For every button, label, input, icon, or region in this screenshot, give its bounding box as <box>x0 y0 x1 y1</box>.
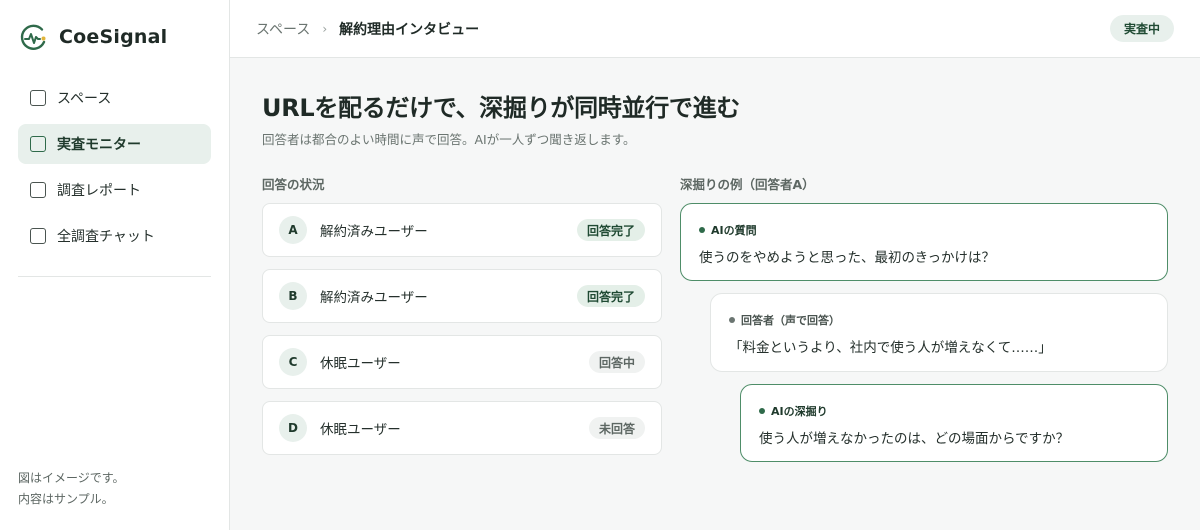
ai-followup-bubble: AIの深掘り 使う人が増えなかったのは、どの場面からですか？ <box>740 384 1168 462</box>
sidebar-item-label: 実査モニター <box>57 137 141 153</box>
list-item[interactable]: D 休眠ユーザー 未回答 <box>262 401 662 455</box>
bubble-tag: AIの質問 <box>699 222 757 238</box>
app-logo[interactable]: CoeSignal <box>18 22 167 52</box>
square-icon <box>30 90 46 106</box>
bubble-tag-label: AIの深掘り <box>771 405 828 418</box>
respondent-name: 休眠ユーザー <box>320 356 401 372</box>
page-subtitle: 回答者は都合のよい時間に声で回答。AIが一人ずつ聞き返します。 <box>262 132 636 147</box>
bubble-text: 使う人が増えなかったのは、どの場面からですか？ <box>759 431 1070 447</box>
list-item[interactable]: B 解約済みユーザー 回答完了 <box>262 269 662 323</box>
status-badge: 未回答 <box>588 417 645 439</box>
sidebar-item-live-monitor[interactable]: 実査モニター <box>18 124 211 164</box>
bubble-tag-label: 回答者（声で回答） <box>741 314 840 327</box>
list-item[interactable]: A 解約済みユーザー 回答完了 <box>262 203 662 257</box>
dot-icon <box>699 227 705 233</box>
respondent-avatar: D <box>279 414 307 442</box>
coesignal-logo-icon <box>20 24 46 50</box>
list-item[interactable]: C 休眠ユーザー 回答中 <box>262 335 662 389</box>
breadcrumb-root-link[interactable]: スペース <box>256 19 310 39</box>
bubble-tag: 回答者（声で回答） <box>729 312 840 328</box>
status-badge: 実査中 <box>1109 15 1174 42</box>
breadcrumb: スペース › 解約理由インタビュー <box>256 0 479 58</box>
status-badge: 回答完了 <box>576 219 645 241</box>
respondent-name: 休眠ユーザー <box>320 422 401 438</box>
sidebar-item-label: 全調査チャット <box>57 229 155 245</box>
sidebar-item-all-chat[interactable]: 全調査チャット <box>18 216 211 256</box>
app-name: CoeSignal <box>59 26 168 48</box>
status-badge: 回答完了 <box>576 285 645 307</box>
sidebar-item-label: スペース <box>57 91 112 107</box>
square-icon <box>30 182 46 198</box>
respondent-avatar: A <box>279 216 307 244</box>
bubble-text: 使うのをやめようと思った、最初のきっかけは？ <box>699 250 996 266</box>
sidebar-nav: スペース 実査モニター 調査レポート 全調査チャット <box>18 78 211 262</box>
note-line: 図はイメージです。 <box>18 471 125 485</box>
status-badge: 回答中 <box>588 351 645 373</box>
respondent-answer-bubble: 回答者（声で回答） 「料金というより、社内で使う人が増えなくて……」 <box>710 293 1168 372</box>
respondent-avatar: C <box>279 348 307 376</box>
sidebar: CoeSignal スペース 実査モニター 調査レポート 全調査チャット 図はイ… <box>0 0 230 530</box>
sidebar-item-report[interactable]: 調査レポート <box>18 170 211 210</box>
note-line: 内容はサンプル。 <box>18 492 114 506</box>
dot-icon <box>759 408 765 414</box>
responses-section-label: 回答の状況 <box>262 177 325 192</box>
sidebar-note: 図はイメージです。 内容はサンプル。 <box>18 468 125 510</box>
dot-icon <box>729 317 735 323</box>
respondent-avatar: B <box>279 282 307 310</box>
square-icon <box>30 228 46 244</box>
bubble-tag-label: AIの質問 <box>711 224 757 237</box>
bubble-text: 「料金というより、社内で使う人が増えなくて……」 <box>729 340 1052 356</box>
chevron-right-icon: › <box>322 22 328 36</box>
top-bar: スペース › 解約理由インタビュー 実査中 <box>230 0 1200 58</box>
breadcrumb-current: 解約理由インタビュー <box>339 22 480 38</box>
bubble-tag: AIの深掘り <box>759 403 828 419</box>
thread-section-label: 深掘りの例（回答者A） <box>680 177 815 192</box>
respondent-name: 解約済みユーザー <box>320 290 428 306</box>
square-icon <box>30 136 46 152</box>
sidebar-divider <box>18 276 211 277</box>
sidebar-item-space[interactable]: スペース <box>18 78 211 118</box>
sidebar-item-label: 調査レポート <box>57 183 141 199</box>
ai-question-bubble: AIの質問 使うのをやめようと思った、最初のきっかけは？ <box>680 203 1168 281</box>
response-list: A 解約済みユーザー 回答完了 B 解約済みユーザー 回答完了 C 休眠ユーザー… <box>262 203 662 467</box>
page-title: URLを配るだけで、深掘りが同時並行で進む <box>262 94 741 122</box>
respondent-name: 解約済みユーザー <box>320 224 428 240</box>
